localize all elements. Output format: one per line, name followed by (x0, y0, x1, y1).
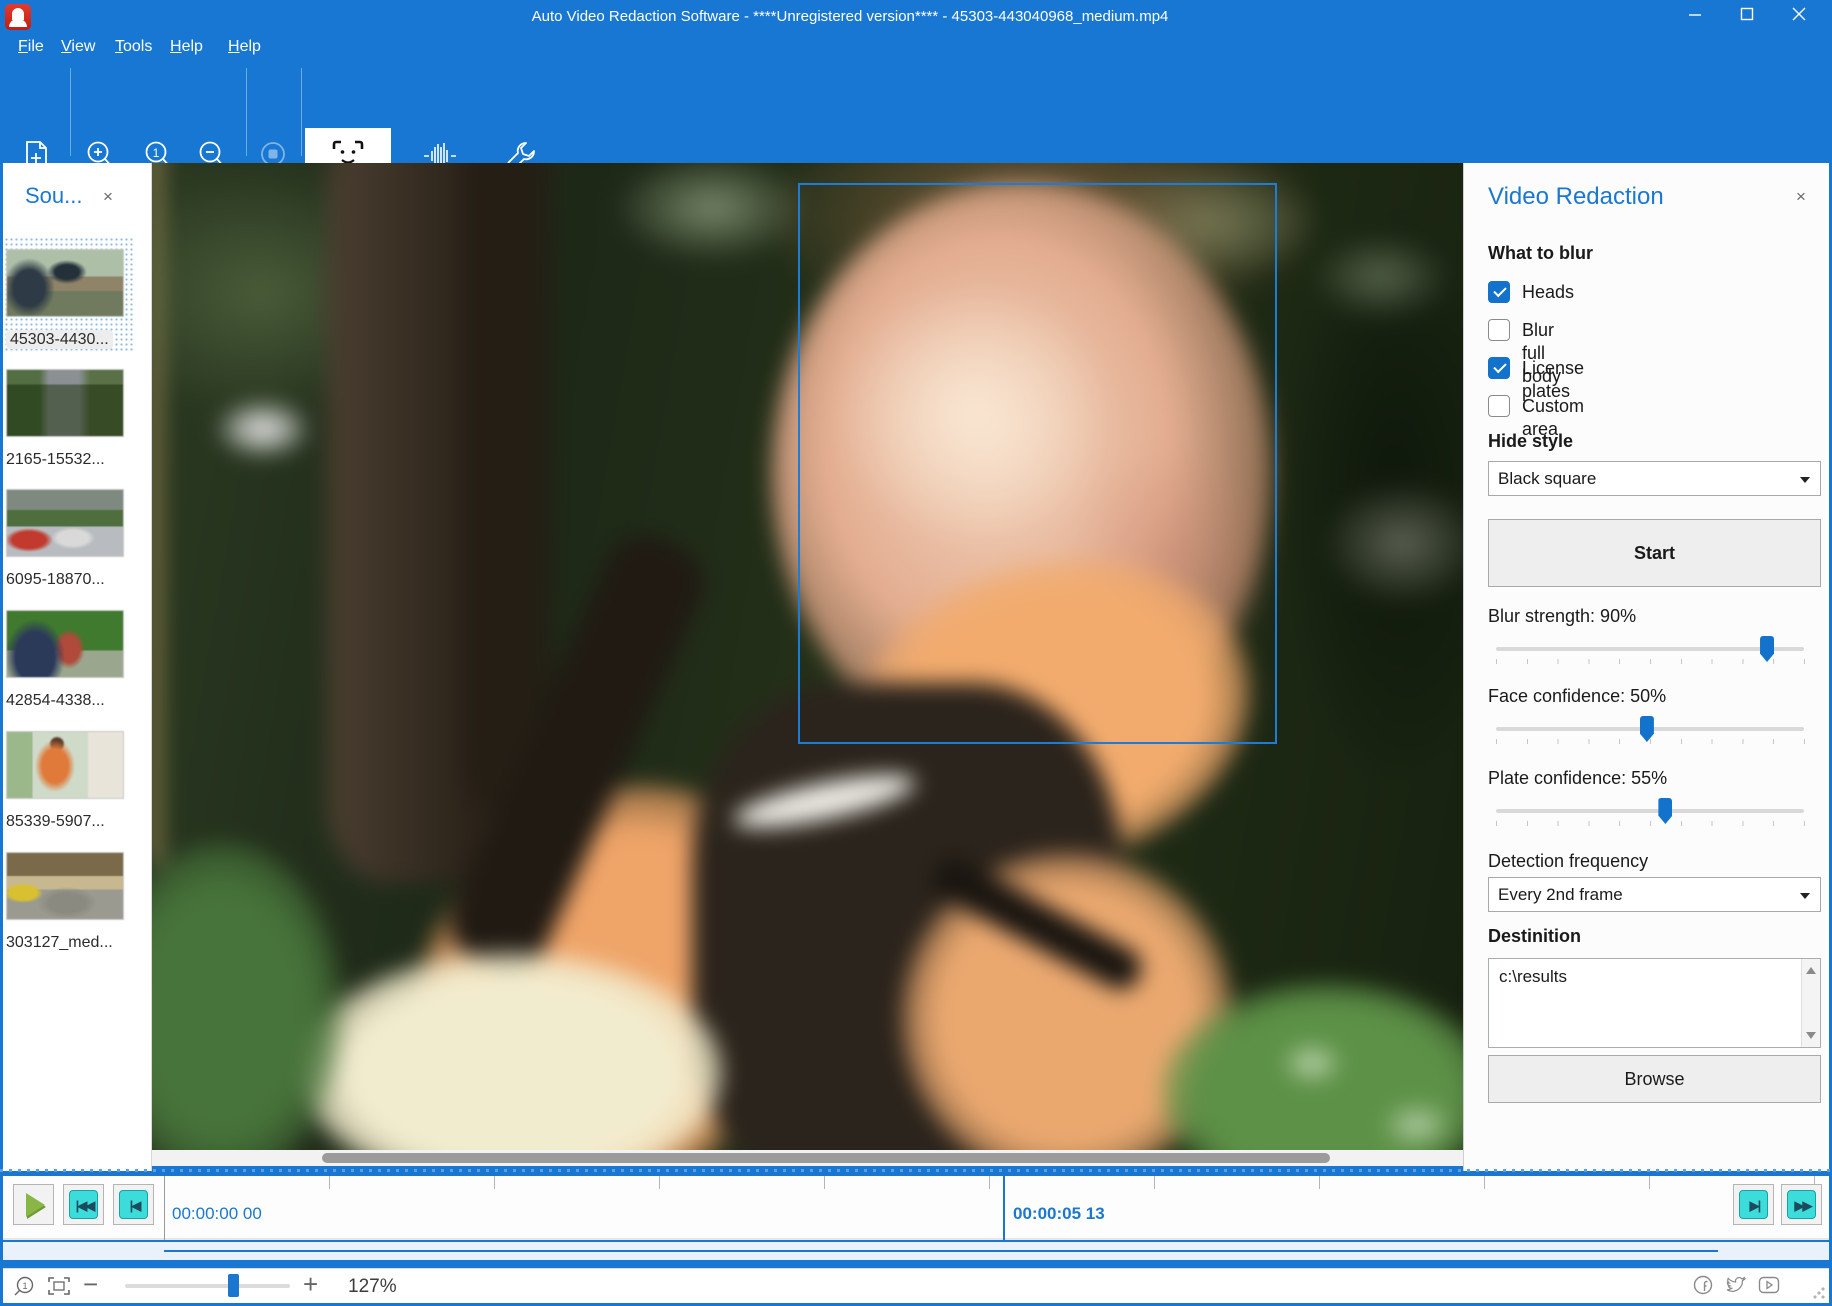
zoom-percentage: 127% (348, 1276, 397, 1298)
toolbar-separator (246, 68, 247, 156)
menu-help[interactable]: Help (170, 38, 203, 56)
maximize-button[interactable] (1730, 6, 1764, 30)
textbox-scrollbar[interactable] (1801, 959, 1820, 1047)
hide-style-heading: Hide style (1488, 431, 1573, 452)
zoom-slider-thumb[interactable] (228, 1274, 239, 1297)
source-thumbnail[interactable] (6, 731, 124, 799)
timeline-current-time: 00:00:05 13 (1013, 1204, 1105, 1224)
browse-button[interactable]: Browse (1488, 1055, 1821, 1103)
detection-frequency-value: Every 2nd frame (1498, 885, 1623, 904)
sources-panel-title: Sou... (25, 183, 82, 209)
face-detection-box[interactable] (798, 183, 1277, 744)
video-preview[interactable] (152, 163, 1463, 1155)
skip-end-icon: ▶▶ (1787, 1190, 1816, 1219)
prev-frame-icon: |◀ (119, 1190, 148, 1219)
source-label[interactable]: 42854-4338... (6, 692, 126, 710)
source-label[interactable]: 2165-15532... (6, 451, 126, 469)
face-confidence-label: Face confidence: 50% (1488, 686, 1666, 707)
detection-frequency-dropdown[interactable]: Every 2nd frame (1488, 877, 1821, 912)
title-bar: Auto Video Redaction Software - ****Unre… (0, 0, 1832, 36)
zoom-in-control[interactable]: + (303, 1269, 318, 1300)
skip-to-start-button[interactable]: |◀◀ (63, 1184, 104, 1225)
facebook-icon[interactable] (1693, 1275, 1713, 1295)
play-button[interactable] (13, 1184, 54, 1225)
custom-area-checkbox[interactable] (1488, 395, 1510, 417)
menu-tools[interactable]: Tools (115, 38, 152, 56)
close-icon (1792, 7, 1806, 21)
menu-help-2[interactable]: Help (228, 38, 261, 56)
svg-text:1: 1 (22, 1281, 27, 1291)
license-plates-checkbox[interactable] (1488, 357, 1510, 379)
source-thumbnail[interactable] (6, 369, 124, 437)
svg-text:1: 1 (153, 146, 160, 160)
chevron-down-icon (1800, 477, 1810, 483)
playhead[interactable] (1003, 1176, 1005, 1240)
chevron-down-icon (1800, 893, 1810, 899)
hide-style-value: Black square (1498, 469, 1596, 488)
minimize-button[interactable] (1678, 6, 1712, 30)
youtube-icon[interactable] (1758, 1275, 1780, 1295)
destination-heading: Destinition (1488, 926, 1581, 947)
close-button[interactable] (1782, 6, 1816, 30)
panel-title: Video Redaction (1488, 183, 1664, 211)
skip-start-icon: |◀◀ (69, 1190, 98, 1219)
source-label[interactable]: 6095-18870... (6, 571, 126, 589)
video-redaction-panel: Video Redaction × What to blur Heads Blu… (1463, 163, 1829, 1171)
scroll-down-icon[interactable] (1806, 1032, 1816, 1039)
detection-frequency-label: Detection frequency (1488, 851, 1648, 872)
next-frame-icon: ▶| (1739, 1190, 1768, 1219)
what-to-blur-heading: What to blur (1488, 243, 1593, 264)
timeline-start-time: 00:00:00 00 (172, 1204, 262, 1224)
window-title: Auto Video Redaction Software - ****Unre… (0, 8, 1700, 25)
hide-style-dropdown[interactable]: Black square (1488, 461, 1821, 496)
timeline-dotted-divider (0, 1169, 1832, 1172)
next-frame-button[interactable]: ▶| (1733, 1184, 1774, 1225)
video-horizontal-scrollbar[interactable] (152, 1150, 1463, 1166)
ruler-separator (164, 1176, 165, 1240)
skip-to-end-button[interactable]: ▶▶ (1781, 1184, 1822, 1225)
destination-textbox[interactable]: c:\results (1488, 958, 1821, 1048)
source-label[interactable]: 303127_med... (6, 934, 126, 952)
source-label[interactable]: 45303-4430... (6, 331, 126, 349)
blur-strength-label: Blur strength: 90% (1488, 606, 1636, 627)
source-thumbnail[interactable] (6, 249, 124, 317)
source-label[interactable]: 85339-5907... (6, 813, 126, 831)
source-thumbnail[interactable] (6, 852, 124, 920)
play-icon (26, 1193, 45, 1217)
scroll-up-icon[interactable] (1806, 967, 1816, 974)
status-bar: 1 − + 127% (3, 1268, 1829, 1303)
toolbar-separator (301, 68, 302, 156)
checkbox-label: Heads (1522, 281, 1574, 304)
heads-checkbox[interactable] (1488, 281, 1510, 303)
panel-close-icon[interactable]: × (1796, 187, 1806, 207)
maximize-icon (1740, 7, 1754, 21)
plate-confidence-label: Plate confidence: 55% (1488, 768, 1667, 789)
source-thumbnail[interactable] (6, 489, 124, 557)
destination-path[interactable]: c:\results (1499, 967, 1567, 987)
menu-view[interactable]: View (61, 38, 95, 56)
fit-to-window-icon[interactable] (47, 1275, 71, 1297)
menu-file[interactable]: File (18, 38, 44, 56)
blur-full-body-checkbox[interactable] (1488, 319, 1510, 341)
zoom-actual-size-icon[interactable]: 1 (13, 1275, 35, 1297)
sources-close-icon[interactable]: × (103, 187, 113, 207)
scrollbar-thumb[interactable] (322, 1153, 1330, 1163)
app-window: Auto Video Redaction Software - ****Unre… (0, 0, 1832, 1306)
zoom-slider[interactable] (125, 1284, 290, 1288)
toolbar: Add File(s)... Zoom in 1 Zoom normal (0, 62, 1832, 163)
toolbar-separator (70, 68, 71, 156)
resize-grip[interactable] (1813, 1287, 1825, 1299)
timeline-ruler[interactable]: |◀◀ |◀ 00:00:00 00 00:00:05 13 ▶| ▶▶ (3, 1176, 1829, 1240)
start-button[interactable]: Start (1488, 519, 1821, 587)
clip-duration-line (164, 1250, 1718, 1252)
zoom-out-control[interactable]: − (83, 1269, 98, 1300)
previous-frame-button[interactable]: |◀ (113, 1184, 154, 1225)
source-thumbnail[interactable] (6, 610, 124, 678)
minimize-icon (1688, 7, 1702, 21)
twitter-icon[interactable] (1725, 1275, 1747, 1295)
sources-panel: Sou... × 45303-4430... 2165-15532... 609… (3, 163, 152, 1171)
timeline-track[interactable] (3, 1242, 1829, 1260)
ruler-ticks (164, 1176, 1824, 1189)
